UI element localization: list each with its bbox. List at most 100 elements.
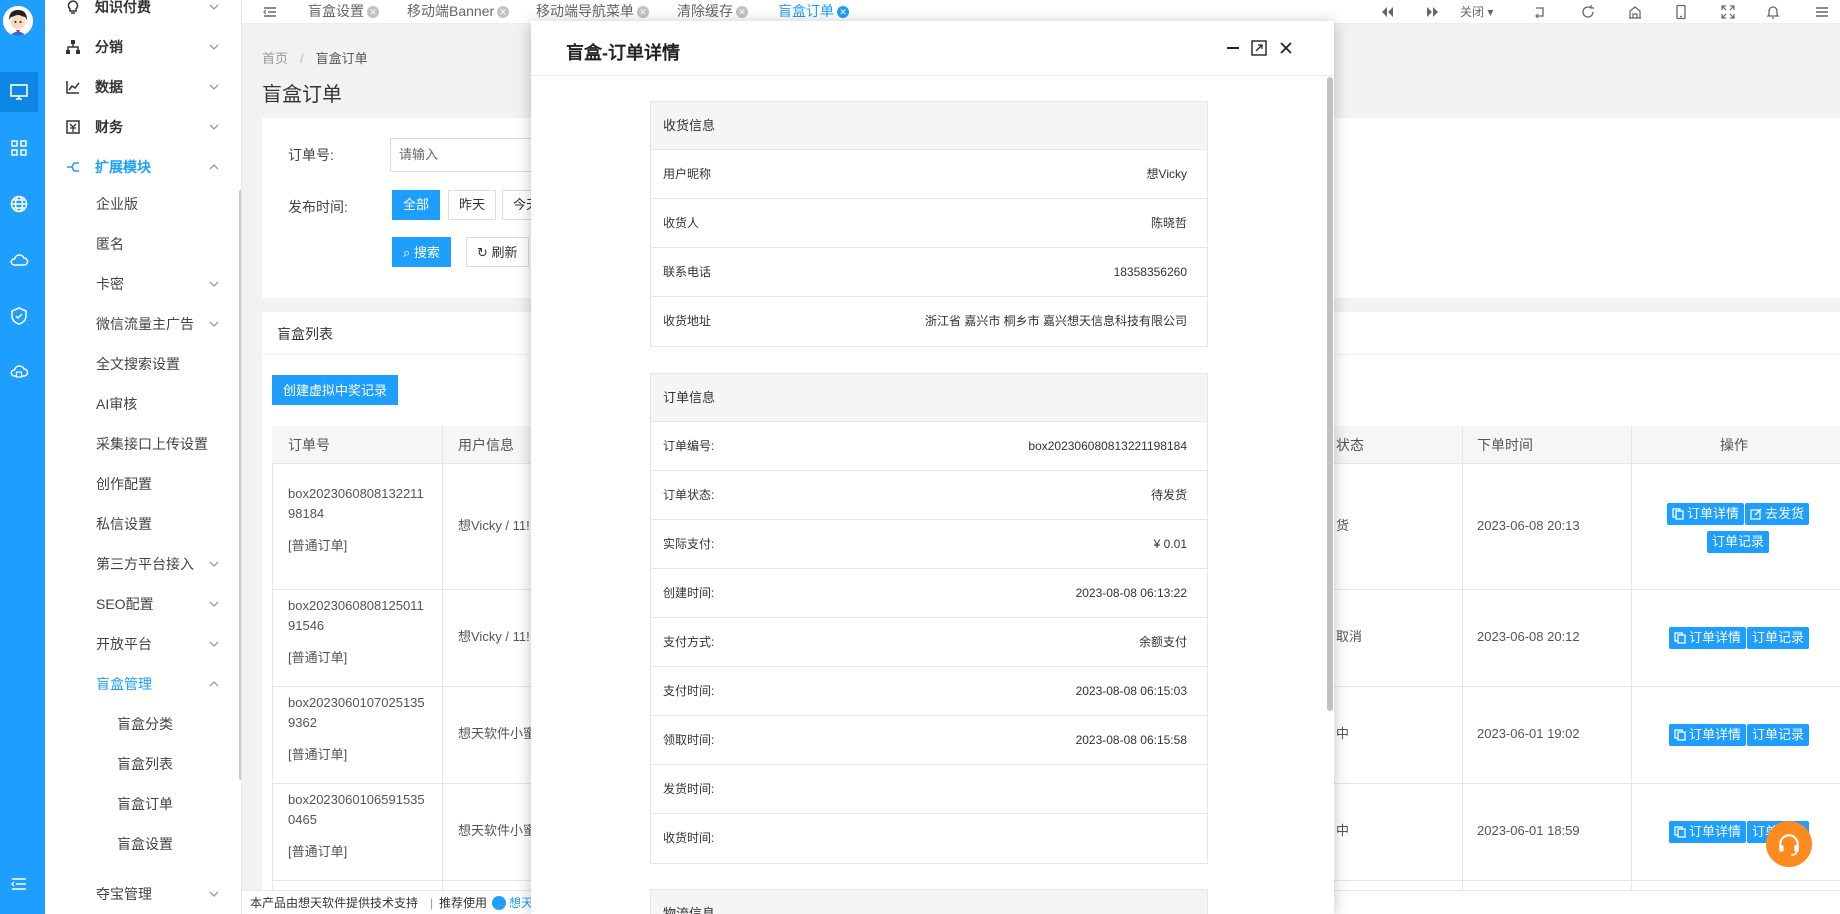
ship-label: 去发货 (1765, 506, 1805, 521)
modal-scrollbar[interactable] (1327, 77, 1333, 711)
create-virtual-record-button[interactable]: 创建虚拟中奖记录 (272, 375, 399, 405)
order-type-cell: [普通订单] (288, 747, 348, 762)
mobile-icon[interactable] (1673, 4, 1689, 20)
sidebar-item-blindbox-orders[interactable]: 盲盒订单 (45, 784, 241, 824)
order-record-button[interactable]: 订单记录 (1747, 627, 1810, 649)
left-rail (0, 0, 45, 914)
detail-key: 发货时间: (663, 782, 715, 796)
close-tab-icon[interactable]: ✕ (837, 6, 849, 18)
cloud-sync-icon[interactable] (0, 352, 38, 392)
sidebar-item-third-party[interactable]: 第三方平台接入 (45, 544, 241, 584)
user-info-cell: 想Vicky / 11! (458, 518, 530, 533)
sidebar-item-distribution[interactable]: 分销 (45, 27, 241, 67)
sidebar-item-extensions[interactable]: 扩展模块 (45, 147, 241, 187)
section-header: 收货信息 (651, 102, 1207, 150)
tab-mobile-banner[interactable]: 移动端Banner ✕ (407, 0, 510, 24)
edit-icon (1750, 508, 1762, 520)
sidebar-item-label: 盲盒订单 (117, 796, 173, 812)
headset-icon (1776, 831, 1802, 857)
breadcrumb-separator: / (300, 51, 304, 66)
user-info-cell: 想天软件小蜜 (458, 726, 537, 741)
order-detail-label: 订单详情 (1689, 727, 1742, 742)
sidebar-item-open-platform[interactable]: 开放平台 (45, 624, 241, 664)
sidebar-item-label: 扩展模块 (95, 159, 151, 175)
tab-blindbox-settings[interactable]: 盲盒设置 ✕ (308, 0, 379, 24)
cloud-icon[interactable] (0, 240, 38, 280)
customer-service-button[interactable] (1766, 821, 1812, 867)
order-record-button[interactable]: 订单记录 (1707, 531, 1770, 553)
sidebar-item-ai-review[interactable]: AI审核 (45, 384, 241, 424)
order-detail-button[interactable]: 订单详情 (1669, 627, 1747, 649)
footer-brand-link[interactable]: 想天 (509, 891, 533, 914)
sidebar-item-seo[interactable]: SEO配置 (45, 584, 241, 624)
order-record-button[interactable]: 订单记录 (1747, 724, 1810, 746)
back-icon[interactable] (1532, 4, 1548, 20)
apps-grid-icon[interactable] (0, 128, 38, 168)
order-detail-button[interactable]: 订单详情 (1669, 821, 1747, 843)
sidebar-item-blindbox-category[interactable]: 盲盒分类 (45, 704, 241, 744)
sidebar-item-knowledge[interactable]: 知识付费 (45, 0, 241, 27)
sidebar-item-treasure[interactable]: 夺宝管理 (45, 874, 241, 914)
breadcrumb-home[interactable]: 首页 (262, 51, 288, 66)
close-tab-icon[interactable]: ✕ (637, 6, 649, 18)
order-type-cell: [普通订单] (288, 538, 348, 553)
tab-label: 移动端导航菜单 (536, 3, 634, 19)
close-tab-icon[interactable]: ✕ (497, 6, 510, 18)
home-building-icon[interactable] (1627, 4, 1643, 20)
time-filter-yesterday[interactable]: 昨天 (448, 190, 497, 220)
sidebar-item-blindbox-manage[interactable]: 盲盒管理 (45, 664, 241, 704)
sidebar-item-wechat-ads[interactable]: 微信流量主广告 (45, 304, 241, 344)
shield-check-icon[interactable] (0, 296, 38, 336)
sidebar-scrollbar[interactable] (239, 190, 241, 780)
close-tab-icon[interactable]: ✕ (367, 6, 379, 18)
ship-button[interactable]: 去发货 (1745, 503, 1810, 525)
order-no-label: 订单号: (288, 147, 334, 163)
refresh-icon[interactable] (1580, 4, 1596, 20)
detail-key: 支付方式: (663, 635, 715, 649)
sidebar-item-collect-api[interactable]: 采集接口上传设置 (45, 424, 241, 464)
minimize-icon[interactable] (1224, 39, 1242, 57)
close-tab-icon[interactable]: ✕ (736, 6, 748, 18)
sidebar-item-anonymous[interactable]: 匿名 (45, 224, 241, 264)
scroll-tabs-left-icon[interactable] (1379, 4, 1395, 20)
chevron-down-icon (208, 121, 220, 133)
order-no-cell: box2023060106591535 0465 (288, 792, 425, 827)
detail-key: 收货地址 (663, 314, 712, 328)
collapse-menu-icon[interactable] (0, 864, 38, 904)
bell-icon[interactable] (1765, 4, 1781, 20)
order-detail-button[interactable]: 订单详情 (1669, 724, 1747, 746)
sidebar-item-data[interactable]: 数据 (45, 67, 241, 107)
sidebar-item-label: 第三方平台接入 (96, 556, 194, 572)
avatar[interactable] (3, 6, 33, 36)
globe-icon[interactable] (0, 184, 38, 224)
menu-fold-icon[interactable] (262, 4, 278, 20)
close-tabs-dropdown[interactable]: 关闭 ▾ (1460, 0, 1493, 24)
sidebar-item-fulltext-search[interactable]: 全文搜索设置 (45, 344, 241, 384)
sidebar-item-enterprise[interactable]: 企业版 (45, 184, 241, 224)
detail-row: 支付方式: 余额支付 (651, 618, 1207, 667)
page-title: 盲盒订单 (262, 84, 342, 106)
sidebar-item-card-key[interactable]: 卡密 (45, 264, 241, 304)
more-menu-icon[interactable] (1814, 4, 1830, 20)
order-detail-button[interactable]: 订单详情 (1667, 503, 1745, 525)
order-detail-label: 订单详情 (1689, 630, 1742, 645)
sidebar-item-creation-config[interactable]: 创作配置 (45, 464, 241, 504)
close-icon[interactable] (1277, 39, 1295, 57)
maximize-icon[interactable] (1250, 39, 1268, 57)
scroll-tabs-right-icon[interactable] (1425, 4, 1441, 20)
refresh-button[interactable]: ↻ 刷新 (466, 237, 529, 267)
column-status: 状态 (1336, 437, 1364, 453)
search-button[interactable]: ⌕ 搜索 (392, 237, 451, 267)
brand-logo-icon (492, 896, 506, 910)
fullscreen-icon[interactable] (1720, 4, 1736, 20)
time-filter-all[interactable]: 全部 (392, 190, 441, 220)
sidebar-item-label: 匿名 (96, 236, 124, 252)
sidebar-item-label: 盲盒分类 (117, 716, 173, 732)
sidebar-item-label: 盲盒设置 (117, 836, 173, 852)
sidebar-item-finance[interactable]: 财务 (45, 107, 241, 147)
sidebar-item-blindbox-list[interactable]: 盲盒列表 (45, 744, 241, 784)
column-order-time: 下单时间 (1477, 437, 1533, 453)
sidebar-item-private-message[interactable]: 私信设置 (45, 504, 241, 544)
sidebar-item-blindbox-settings[interactable]: 盲盒设置 (45, 824, 241, 864)
monitor-icon[interactable] (0, 72, 38, 112)
